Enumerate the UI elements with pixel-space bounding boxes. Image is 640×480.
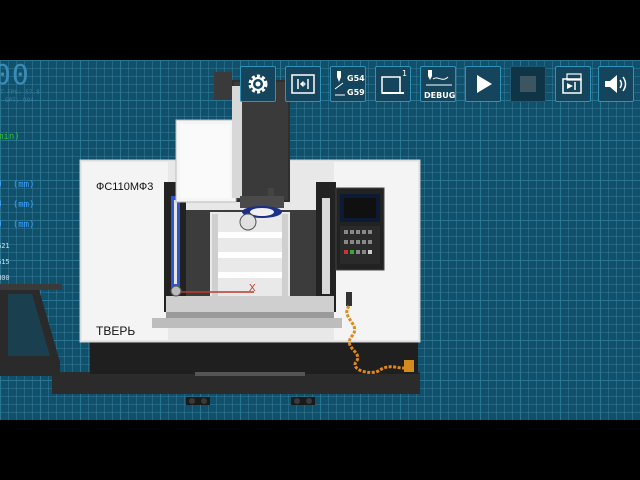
- stop-button[interactable]: [510, 66, 546, 102]
- panel-toggle-icon: [562, 73, 582, 94]
- cnc-control-panel: [335, 187, 385, 271]
- settings-button[interactable]: [240, 66, 276, 102]
- single-step-button[interactable]: 1: [375, 66, 411, 102]
- speaker-icon: [605, 75, 627, 93]
- debug-label: DEBUG: [424, 91, 456, 100]
- play-icon: [477, 75, 492, 93]
- machine-model-label: ФС110МФ3: [96, 181, 154, 193]
- machine-city-label: ТВЕРЬ: [96, 324, 136, 338]
- debug-button[interactable]: DEBUG: [420, 66, 456, 102]
- sound-button[interactable]: [598, 66, 634, 102]
- fit-view-icon: [291, 74, 315, 94]
- simulator-viewport: 00 T FPS: 57.8 GPT: 994 min) Ø (mm) Ø (m…: [0, 0, 640, 480]
- stop-icon: [520, 76, 536, 92]
- work-offset-button[interactable]: G54 G59: [330, 66, 366, 102]
- wcs-top-label: G54: [347, 74, 365, 83]
- axis-x-marker: X: [249, 283, 256, 294]
- panel-toggle-button[interactable]: [555, 66, 591, 102]
- chip-conveyor: [0, 284, 62, 376]
- fit-view-button[interactable]: [285, 66, 321, 102]
- play-button[interactable]: [465, 66, 501, 102]
- gear-icon: [248, 74, 268, 94]
- step-count-label: 1: [402, 69, 408, 78]
- wcs-bottom-label: G59: [347, 88, 365, 97]
- debug-tool-icon: [426, 70, 452, 86]
